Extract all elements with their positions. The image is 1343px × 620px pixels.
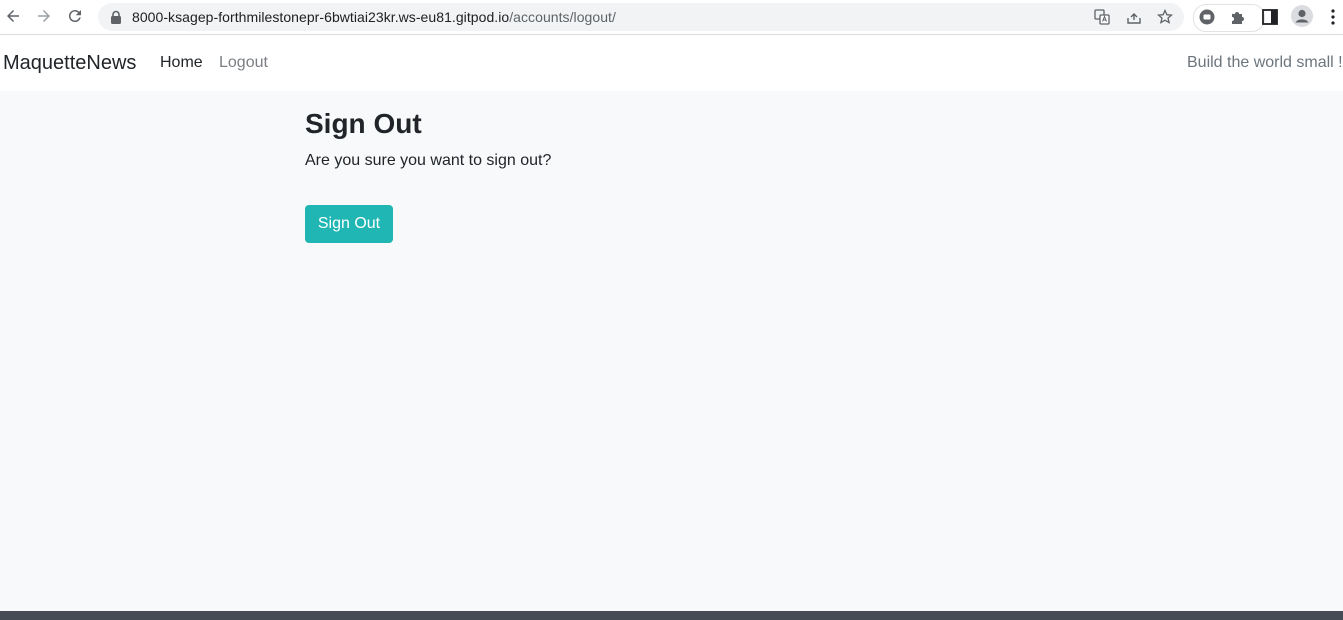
sign-out-button[interactable]: Sign Out bbox=[305, 205, 393, 243]
nav-logout-link[interactable]: Logout bbox=[219, 54, 268, 72]
brand-link[interactable]: MaquetteNews bbox=[3, 52, 136, 75]
footer bbox=[0, 611, 1343, 620]
site-navbar: MaquetteNews Home Logout Build the world… bbox=[0, 35, 1343, 91]
address-bar[interactable]: 8000-ksagep-forthmilestonepr-6bwtiai23kr… bbox=[98, 3, 1184, 31]
extension-circle-icon[interactable] bbox=[1198, 8, 1216, 26]
site-tagline: Build the world small ! bbox=[1187, 54, 1343, 71]
kebab-menu-icon[interactable] bbox=[1328, 8, 1338, 26]
share-icon[interactable] bbox=[1126, 9, 1142, 25]
forward-icon[interactable] bbox=[33, 5, 55, 27]
page-title: Sign Out bbox=[305, 108, 422, 139]
url-host: 8000-ksagep-forthmilestonepr-6bwtiai23kr… bbox=[132, 9, 510, 25]
reload-icon[interactable] bbox=[64, 5, 86, 27]
side-panel-icon[interactable] bbox=[1261, 8, 1279, 26]
url-text[interactable]: 8000-ksagep-forthmilestonepr-6bwtiai23kr… bbox=[132, 9, 616, 25]
profile-icon[interactable] bbox=[1291, 5, 1313, 27]
lock-icon[interactable] bbox=[110, 10, 122, 24]
browser-toolbar: 8000-ksagep-forthmilestonepr-6bwtiai23kr… bbox=[0, 0, 1343, 35]
url-path: /accounts/logout/ bbox=[509, 9, 616, 25]
translate-icon[interactable] bbox=[1094, 9, 1110, 25]
back-icon[interactable] bbox=[2, 5, 24, 27]
puzzle-icon[interactable] bbox=[1229, 8, 1247, 26]
confirmation-text: Are you sure you want to sign out? bbox=[305, 152, 552, 169]
nav-home-link[interactable]: Home bbox=[160, 54, 203, 72]
bookmark-star-icon[interactable] bbox=[1156, 8, 1174, 25]
